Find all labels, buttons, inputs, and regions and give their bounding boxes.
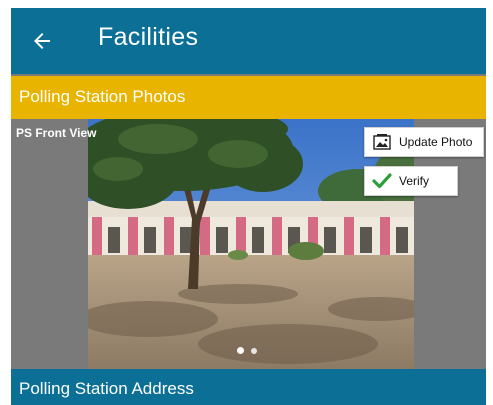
carousel-dot-active[interactable] <box>237 347 244 354</box>
carousel-dot[interactable] <box>251 347 257 354</box>
photo-caption: PS Front View <box>16 126 97 140</box>
photo-carousel[interactable]: PS Front View Update Photo Verify <box>11 119 486 369</box>
section-header-photos[interactable]: Polling Station Photos <box>11 76 486 119</box>
carousel-indicator <box>237 347 257 354</box>
photo-icon <box>371 132 393 152</box>
update-photo-button[interactable]: Update Photo <box>364 127 484 157</box>
verify-label: Verify <box>399 174 430 188</box>
section-title-address: Polling Station Address <box>19 379 194 398</box>
app-bar: Facilities <box>11 8 486 74</box>
section-title-photos: Polling Station Photos <box>19 87 186 106</box>
page-title: Facilities <box>98 23 199 51</box>
verify-button[interactable]: Verify <box>364 166 458 196</box>
update-photo-label: Update Photo <box>399 135 473 149</box>
section-header-address[interactable]: Polling Station Address <box>11 369 486 405</box>
back-button[interactable] <box>25 24 59 58</box>
checkmark-icon <box>371 171 393 191</box>
arrow-left-icon <box>34 33 50 49</box>
app-screen: Facilities Polling Station Photos PS Fro… <box>11 8 486 405</box>
